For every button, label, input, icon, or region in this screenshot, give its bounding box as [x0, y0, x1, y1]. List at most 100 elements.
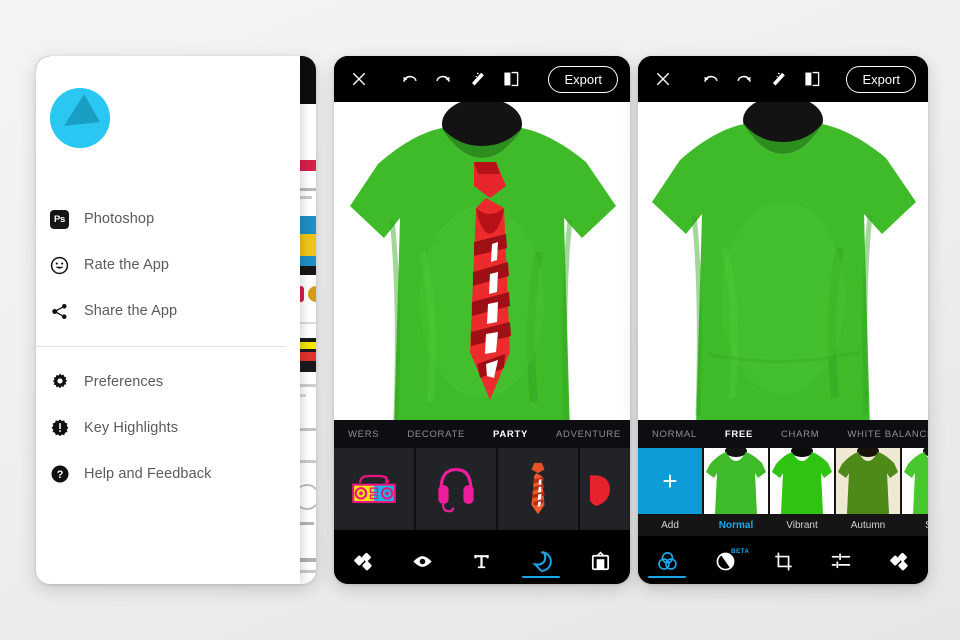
- drawer-item-label: Key Highlights: [84, 420, 179, 436]
- crop-tool[interactable]: [758, 538, 808, 584]
- filter-label: Vibrant: [770, 514, 834, 536]
- blend-tool[interactable]: BETA: [700, 538, 750, 584]
- sticker-item-necktie[interactable]: [498, 448, 578, 530]
- tab-flowers[interactable]: WERS: [334, 429, 393, 440]
- heal-patch-icon: [354, 552, 372, 570]
- tab-decorate[interactable]: DECORATE: [393, 429, 479, 440]
- filter-editor-topbar: Export: [638, 56, 928, 102]
- filters-tool[interactable]: [642, 538, 692, 584]
- filter-item-autumn[interactable]: Autumn: [836, 448, 900, 536]
- sticker-category-tabs[interactable]: WERS DECORATE PARTY ADVENTURE FOOD: [334, 420, 630, 448]
- filter-label: Autumn: [836, 514, 900, 536]
- sliders-icon: [831, 553, 851, 569]
- tab-white-balance[interactable]: WHITE BALANCE: [833, 429, 928, 440]
- heal-patch-tool[interactable]: [339, 538, 389, 584]
- before-after-compare-icon[interactable]: [494, 70, 528, 88]
- navigation-drawer: Ps Photoshop Rate the App Share the App …: [36, 56, 300, 584]
- add-filter-tile[interactable]: +: [638, 448, 702, 514]
- drawer-item-help-and-feedback[interactable]: ? Help and Feedback: [50, 451, 300, 497]
- striped-necktie-sticker: [531, 462, 545, 515]
- drawer-item-label: Preferences: [84, 374, 164, 390]
- filter-tray[interactable]: + Add Normal Vibrant Autumn: [638, 448, 928, 536]
- drawer-item-label: Rate the App: [84, 257, 170, 273]
- magic-wand-icon[interactable]: [761, 70, 795, 89]
- venn-circles-icon: [657, 551, 677, 570]
- retouch-eye-tool[interactable]: [398, 538, 448, 584]
- sticker-tray[interactable]: [334, 448, 630, 530]
- sticker-item-boombox[interactable]: [334, 448, 414, 530]
- sticker-editor-bottom-toolbar: [334, 538, 630, 584]
- drawer-item-label: Photoshop: [84, 211, 155, 227]
- filter-item-vibrant[interactable]: Vibrant: [770, 448, 834, 536]
- filter-preview-thumb[interactable]: [902, 448, 928, 514]
- close-x-icon[interactable]: [346, 71, 372, 87]
- active-tool-underline: [522, 576, 561, 578]
- filter-category-tabs[interactable]: NORMAL FREE CHARM WHITE BALANCE BL: [638, 420, 928, 448]
- app-logo-wrap: [36, 56, 300, 164]
- filter-item-normal[interactable]: Normal: [704, 448, 768, 536]
- sticker-item-red-shape[interactable]: [580, 448, 630, 530]
- undo-arrow-icon[interactable]: [693, 70, 727, 89]
- heal-patch-icon: [889, 552, 908, 570]
- tab-normal[interactable]: NORMAL: [638, 429, 711, 440]
- beta-badge: BETA: [731, 548, 750, 555]
- tab-charm[interactable]: CHARM: [767, 429, 833, 440]
- close-x-icon[interactable]: [650, 71, 676, 87]
- magic-wand-icon[interactable]: [460, 70, 494, 89]
- filter-label: Add: [638, 514, 702, 536]
- frame-tool[interactable]: [575, 538, 625, 584]
- heal-tool[interactable]: [874, 538, 924, 584]
- filter-editor-canvas[interactable]: [638, 102, 928, 470]
- filter-preview-thumb[interactable]: [704, 448, 768, 514]
- phone-screen-filter-editor: Export NORMAL FREE CHARM WHITE BALANCE B…: [638, 56, 928, 584]
- drawer-group-secondary: Preferences Key Highlights ? Help and Fe…: [36, 359, 300, 497]
- boombox-radio-sticker: [352, 474, 396, 504]
- drawer-item-label: Share the App: [84, 303, 178, 319]
- export-button[interactable]: Export: [548, 65, 619, 93]
- sticker-editor-topbar: Export: [334, 56, 630, 102]
- tab-free[interactable]: FREE: [711, 429, 767, 440]
- phone-screen-sticker-editor: Export WERS DECORATE PARTY ADVENTURE: [334, 56, 630, 584]
- tshirt-photo: [638, 102, 928, 470]
- sticker-tool[interactable]: [516, 538, 566, 584]
- drawer-item-share-the-app[interactable]: Share the App: [50, 288, 300, 334]
- adjust-tool[interactable]: [816, 538, 866, 584]
- photoshop-ps-badge-icon: Ps: [50, 209, 84, 229]
- before-after-compare-icon[interactable]: [795, 70, 829, 88]
- crop-icon: [774, 552, 792, 570]
- question-circle-icon: ?: [50, 464, 84, 484]
- filter-editor-bottom-toolbar: BETA: [638, 538, 928, 584]
- filter-item-spring[interactable]: Spri: [902, 448, 928, 536]
- filter-preview-thumb[interactable]: [836, 448, 900, 514]
- eye-icon: [413, 555, 432, 567]
- filter-preview-thumb[interactable]: [770, 448, 834, 514]
- drawer-item-key-highlights[interactable]: Key Highlights: [50, 405, 300, 451]
- drawer-item-photoshop[interactable]: Ps Photoshop: [50, 196, 300, 242]
- drawer-item-rate-the-app[interactable]: Rate the App: [50, 242, 300, 288]
- redo-arrow-icon[interactable]: [727, 70, 761, 89]
- drawer-item-preferences[interactable]: Preferences: [50, 359, 300, 405]
- export-button[interactable]: Export: [846, 65, 917, 93]
- svg-text:?: ?: [57, 469, 64, 481]
- active-tool-underline: [648, 576, 686, 578]
- headphones-sticker: [438, 467, 474, 513]
- tshirt-photo: [334, 102, 630, 470]
- plus-icon: +: [662, 465, 678, 496]
- phone-screen-drawer: Ps Photoshop Rate the App Share the App …: [36, 56, 316, 584]
- sticker-peel-icon: [531, 550, 552, 572]
- text-t-icon: [474, 554, 490, 568]
- redo-arrow-icon[interactable]: [426, 70, 460, 89]
- sticker-editor-canvas[interactable]: [334, 102, 630, 470]
- drawer-group-primary: Ps Photoshop Rate the App Share the App: [36, 196, 300, 334]
- sticker-item-headphones[interactable]: [416, 448, 496, 530]
- tab-party[interactable]: PARTY: [479, 429, 542, 440]
- red-shape-sticker: [590, 475, 610, 506]
- filter-item-add[interactable]: + Add: [638, 448, 702, 536]
- app-logo-icon: [50, 88, 110, 148]
- undo-arrow-icon[interactable]: [392, 70, 426, 89]
- text-tool[interactable]: [457, 538, 507, 584]
- gear-icon: [50, 372, 84, 392]
- filter-label: Spri: [902, 514, 928, 536]
- tab-adventure[interactable]: ADVENTURE: [542, 429, 630, 440]
- smiley-face-icon: [50, 256, 84, 275]
